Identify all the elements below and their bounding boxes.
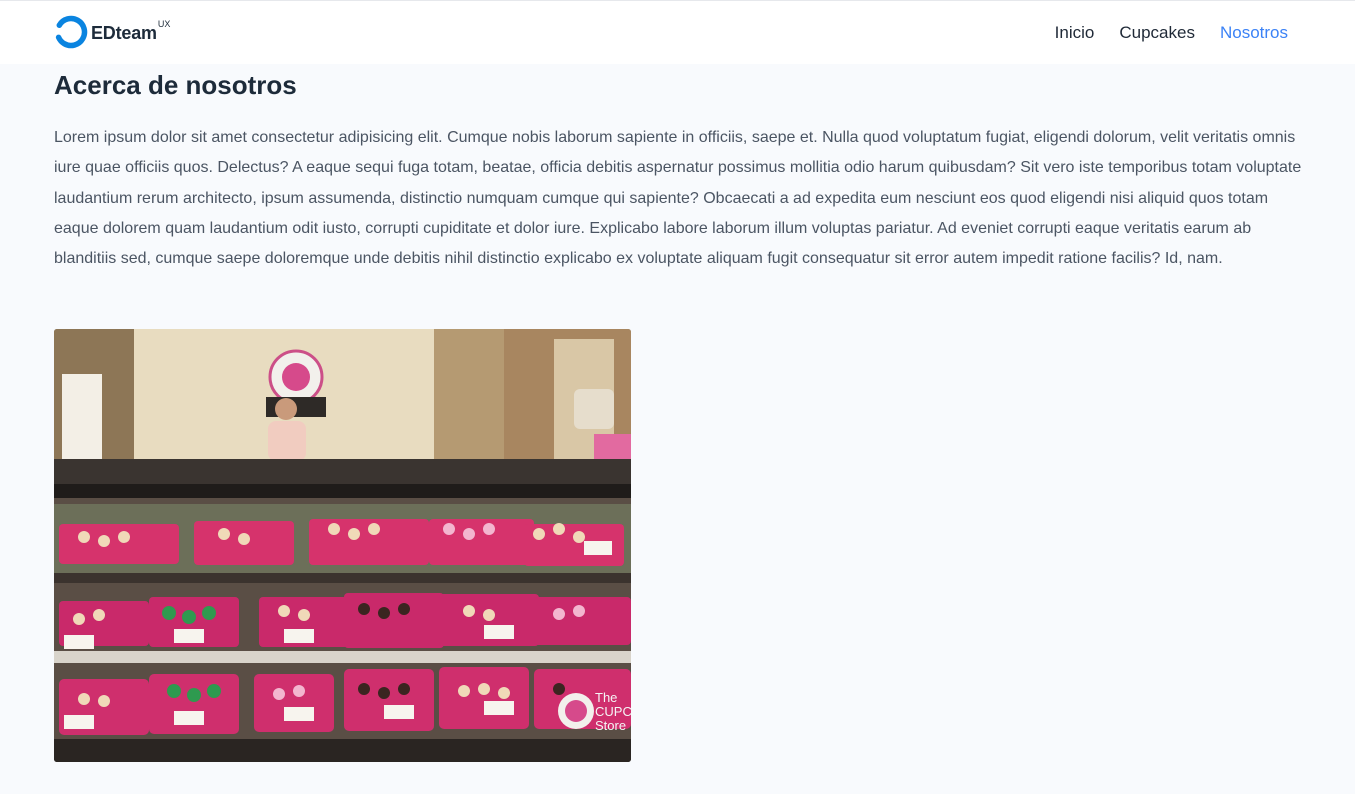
watermark-line-3: Store	[595, 718, 626, 733]
logo-text: EDteam	[91, 23, 157, 43]
edteam-logo[interactable]: EDteam UX	[54, 15, 170, 49]
nav-link-cupcakes[interactable]: Cupcakes	[1119, 21, 1195, 45]
site-header: EDteam UX Inicio Cupcakes Nosotros	[0, 0, 1355, 64]
watermark-line-2: CUPCA	[595, 704, 631, 719]
logo-superscript: UX	[157, 19, 171, 29]
page-title: Acerca de nosotros	[54, 70, 297, 100]
cupcake-store-photo: The CUPCA Store	[54, 329, 631, 762]
main-nav: Inicio Cupcakes Nosotros	[1055, 21, 1288, 45]
cupcake-display-case-image: The CUPCA Store	[54, 329, 631, 762]
watermark-line-1: The	[595, 690, 617, 705]
nav-link-nosotros[interactable]: Nosotros	[1220, 21, 1288, 45]
nav-link-inicio[interactable]: Inicio	[1055, 21, 1095, 45]
logo-ring-icon	[54, 15, 88, 49]
about-paragraph: Lorem ipsum dolor sit amet consectetur a…	[54, 129, 1302, 268]
